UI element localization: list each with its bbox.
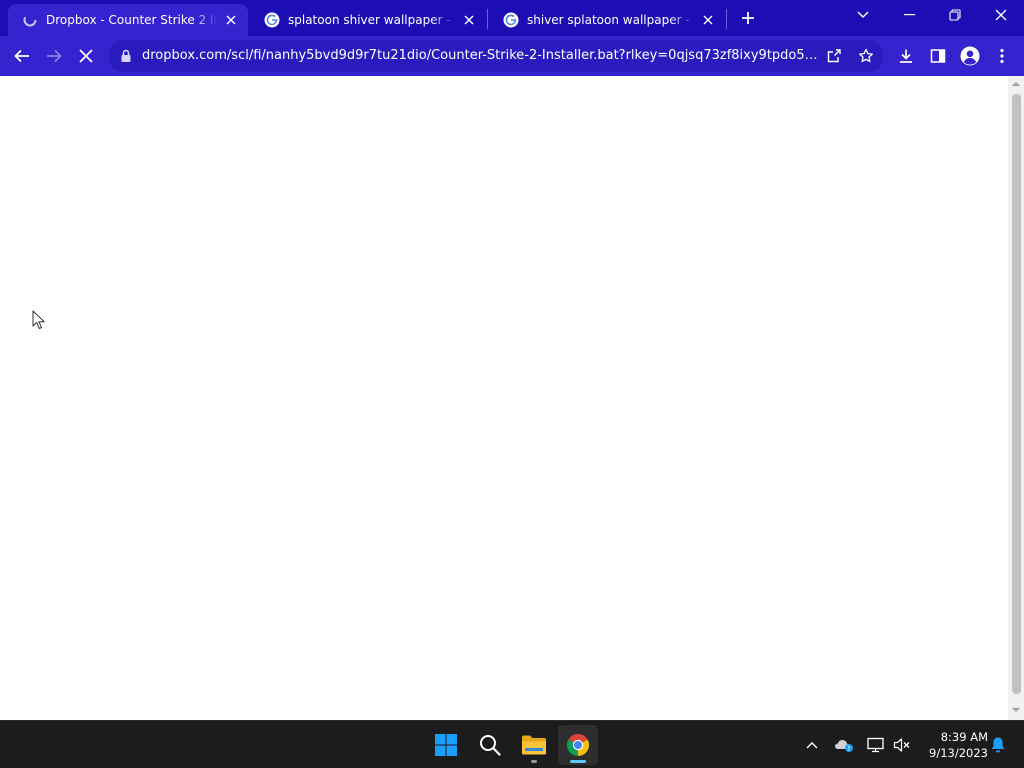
stop-loading-button[interactable] <box>72 42 100 70</box>
page-content[interactable] <box>0 76 1008 720</box>
volume-button[interactable] <box>890 733 914 757</box>
arrow-left-icon <box>14 49 29 63</box>
search-button[interactable] <box>470 725 510 765</box>
forward-button[interactable] <box>40 42 68 70</box>
loading-favicon-icon <box>22 12 38 28</box>
file-explorer-button[interactable] <box>514 725 554 765</box>
close-window-button[interactable] <box>978 0 1024 30</box>
side-panel-button[interactable] <box>924 42 952 70</box>
share-button[interactable] <box>822 44 846 68</box>
notifications-button[interactable] <box>986 733 1010 757</box>
windows-logo-icon <box>435 734 457 756</box>
network-button[interactable] <box>864 733 888 757</box>
tab-separator <box>726 9 727 29</box>
speaker-muted-icon <box>893 738 910 752</box>
download-icon <box>900 49 912 63</box>
clock-date: 9/13/2023 <box>929 746 988 760</box>
chevron-up-icon <box>806 742 818 749</box>
tab-close-icon[interactable] <box>222 11 240 29</box>
star-icon <box>859 48 873 63</box>
bell-icon <box>991 737 1005 753</box>
tab-splatoon-shiver[interactable]: splatoon shiver wallpaper - Google Searc… <box>250 4 486 36</box>
active-indicator <box>570 760 586 763</box>
restore-icon <box>949 9 961 21</box>
chrome-menu-button[interactable] <box>988 42 1016 70</box>
tab-title: shiver splatoon wallpaper - Google Searc… <box>527 13 695 27</box>
tab-dropbox[interactable]: Dropbox - Counter Strike 2 Installer <box>8 4 248 36</box>
share-icon <box>827 49 841 63</box>
profile-avatar-icon <box>960 46 980 66</box>
scroll-down-arrow-icon[interactable] <box>1012 706 1020 714</box>
start-button[interactable] <box>426 725 466 765</box>
lock-icon[interactable] <box>118 48 134 64</box>
tab-separator <box>487 9 488 29</box>
scroll-up-arrow-icon[interactable] <box>1012 80 1020 88</box>
tab-title: splatoon shiver wallpaper - Google Searc… <box>288 13 456 27</box>
folder-icon <box>522 735 546 755</box>
back-button[interactable] <box>8 42 36 70</box>
tab-close-icon[interactable] <box>699 11 717 29</box>
windows-taskbar: 8:39 AM 9/13/2023 <box>0 720 1024 768</box>
chevron-down-icon <box>857 11 869 18</box>
profile-button[interactable] <box>956 42 984 70</box>
scrollbar-thumb[interactable] <box>1012 94 1021 694</box>
side-panel-icon <box>930 49 946 63</box>
chrome-taskbar-button[interactable] <box>558 725 598 765</box>
system-clock[interactable]: 8:39 AM 9/13/2023 <box>918 729 988 761</box>
kebab-menu-icon <box>1000 48 1004 64</box>
browser-toolbar: dropbox.com/scl/fi/nanhy5bvd9d9r7tu21dio… <box>0 36 1024 76</box>
minimize-button[interactable] <box>886 0 932 30</box>
tab-title: Dropbox - Counter Strike 2 Installer <box>46 13 218 27</box>
plus-icon <box>742 12 754 24</box>
bookmark-button[interactable] <box>854 44 878 68</box>
search-icon <box>480 735 501 756</box>
new-tab-button[interactable] <box>736 6 760 30</box>
minimize-icon <box>903 14 915 16</box>
running-indicator <box>531 760 537 763</box>
downloads-button[interactable] <box>892 42 920 70</box>
close-icon <box>79 49 93 63</box>
mouse-cursor-icon <box>32 310 45 329</box>
url-text[interactable]: dropbox.com/scl/fi/nanhy5bvd9d9r7tu21dio… <box>142 40 818 72</box>
chrome-logo-icon <box>566 734 590 756</box>
show-hidden-icons-button[interactable] <box>800 733 824 757</box>
google-favicon-icon <box>264 12 280 28</box>
network-icon <box>867 737 884 753</box>
cloud-icon <box>835 740 853 752</box>
arrow-right-icon <box>47 49 62 63</box>
address-bar[interactable]: dropbox.com/scl/fi/nanhy5bvd9d9r7tu21dio… <box>108 40 884 72</box>
restore-button[interactable] <box>932 0 978 30</box>
vertical-scrollbar[interactable] <box>1008 76 1024 720</box>
onedrive-button[interactable] <box>832 733 856 757</box>
tab-shiver-splatoon[interactable]: shiver splatoon wallpaper - Google Searc… <box>489 4 725 36</box>
clock-time: 8:39 AM <box>940 730 988 744</box>
tab-search-button[interactable] <box>840 0 886 30</box>
close-icon <box>995 9 1007 21</box>
tab-close-icon[interactable] <box>460 11 478 29</box>
tab-strip: Dropbox - Counter Strike 2 Installer spl… <box>0 0 1024 36</box>
google-favicon-icon <box>503 12 519 28</box>
